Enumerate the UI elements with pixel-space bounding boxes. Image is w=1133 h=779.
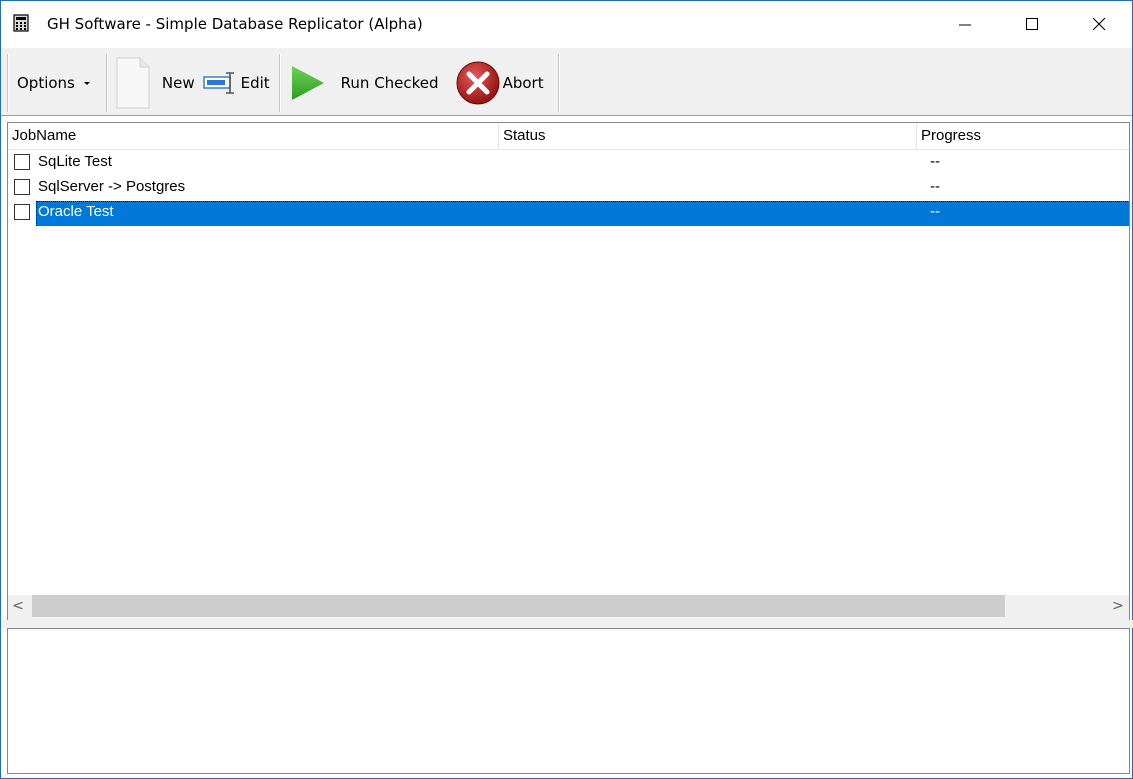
- job-checkbox[interactable]: [14, 154, 30, 170]
- column-header-status[interactable]: Status: [499, 123, 917, 149]
- column-header-jobname[interactable]: JobName: [8, 123, 499, 149]
- abort-icon: [456, 61, 500, 105]
- play-icon: [291, 66, 324, 100]
- job-name: SqlServer -> Postgres: [38, 178, 186, 195]
- job-name: SqLite Test: [38, 153, 112, 170]
- job-row[interactable]: SqLite Test --: [8, 151, 1129, 176]
- job-checkbox[interactable]: [14, 179, 30, 195]
- scrollbar-thumb[interactable]: [32, 595, 1005, 617]
- column-header-progress[interactable]: Progress: [917, 123, 1129, 149]
- toolbar-grip: [7, 54, 8, 112]
- minimize-button[interactable]: [942, 1, 988, 47]
- job-row[interactable]: SqlServer -> Postgres --: [8, 176, 1129, 201]
- selection-highlight: [36, 201, 1129, 226]
- new-button[interactable]: New: [112, 52, 199, 114]
- toolbar-separator: [105, 54, 107, 112]
- job-rows: SqLite Test -- SqlServer -> Postgres -- …: [8, 151, 1129, 226]
- window-title: GH Software - Simple Database Replicator…: [47, 15, 423, 33]
- job-progress: --: [930, 178, 940, 195]
- log-panel[interactable]: [7, 628, 1130, 774]
- options-label: Options: [17, 74, 75, 92]
- toolbar-separator: [557, 54, 559, 112]
- new-document-icon: [116, 57, 150, 109]
- title-bar[interactable]: GH Software - Simple Database Replicator…: [1, 1, 1132, 47]
- job-progress: --: [930, 153, 940, 170]
- job-progress: --: [930, 203, 940, 220]
- rename-icon: [202, 72, 234, 94]
- toolbar: Options New Edit Run Checked Abort: [1, 48, 1132, 116]
- scroll-right-button[interactable]: >: [1108, 595, 1128, 617]
- abort-button[interactable]: Abort: [443, 52, 548, 114]
- splitter[interactable]: [1, 620, 1133, 628]
- close-button[interactable]: [1076, 1, 1122, 47]
- maximize-button[interactable]: [1009, 1, 1055, 47]
- calculator-icon: [13, 14, 29, 32]
- job-name: Oracle Test: [38, 203, 114, 220]
- new-label: New: [161, 74, 195, 92]
- list-header: JobName Status Progress: [8, 123, 1129, 150]
- job-list[interactable]: JobName Status Progress SqLite Test -- S…: [7, 122, 1130, 621]
- run-checked-button[interactable]: Run Checked: [285, 52, 443, 114]
- job-row-selected[interactable]: Oracle Test --: [8, 201, 1129, 226]
- run-checked-label: Run Checked: [340, 74, 439, 92]
- edit-label: Edit: [240, 74, 270, 92]
- scroll-left-button[interactable]: <: [8, 595, 28, 617]
- maximize-icon: [1026, 18, 1038, 30]
- options-dropdown-button[interactable]: Options: [13, 52, 101, 114]
- job-checkbox[interactable]: [14, 204, 30, 220]
- dropdown-arrow-icon: [83, 82, 90, 85]
- app-window: GH Software - Simple Database Replicator…: [0, 0, 1133, 779]
- horizontal-scrollbar[interactable]: < >: [8, 595, 1129, 620]
- edit-button[interactable]: Edit: [199, 52, 274, 114]
- close-icon: [1092, 17, 1106, 31]
- toolbar-separator: [278, 54, 280, 112]
- minimize-icon: [959, 24, 971, 26]
- abort-label: Abort: [502, 74, 544, 92]
